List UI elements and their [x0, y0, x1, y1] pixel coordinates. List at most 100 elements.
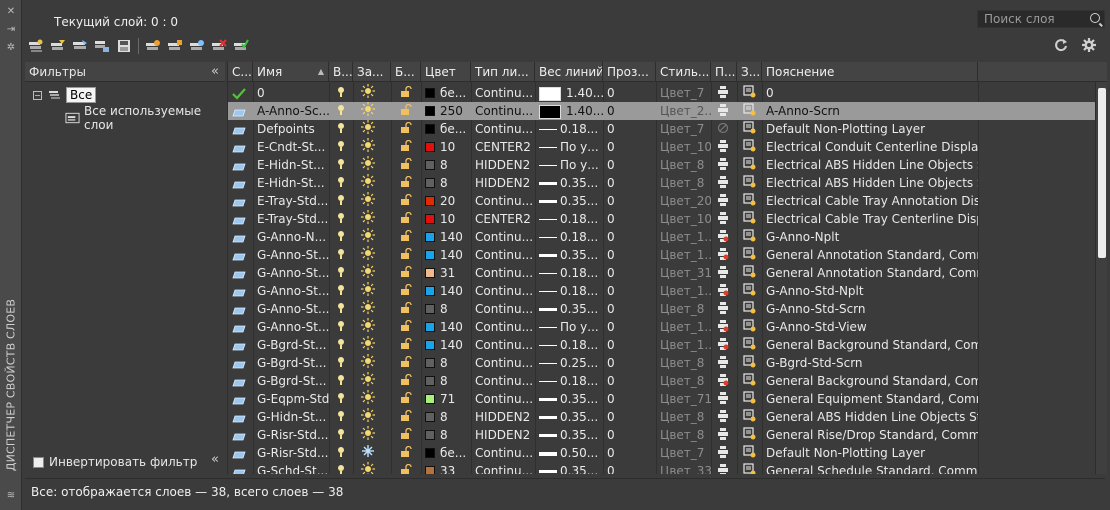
cell-status[interactable] — [228, 462, 253, 474]
unlocked-icon[interactable] — [400, 337, 412, 355]
cell-lineweight[interactable]: 0.35... — [535, 390, 603, 408]
delete-layer-red-icon[interactable] — [211, 39, 227, 53]
new-group-filter-icon[interactable] — [50, 39, 66, 53]
cell-lock[interactable] — [391, 318, 421, 336]
unlocked-icon[interactable] — [400, 85, 412, 103]
cell-freeze[interactable] — [353, 102, 391, 120]
cell-freeze[interactable] — [353, 300, 391, 318]
cell-linetype[interactable]: Continu... — [471, 318, 535, 336]
thawed-sun-icon[interactable] — [361, 102, 375, 120]
cell-newvpfreeze[interactable] — [737, 102, 762, 120]
cell-on[interactable] — [329, 318, 353, 336]
on-bulb-icon[interactable] — [336, 427, 346, 445]
cell-lock[interactable] — [391, 282, 421, 300]
cell-lineweight[interactable]: 0.35... — [535, 426, 603, 444]
cell-name[interactable]: G-Anno-St... — [253, 300, 329, 318]
thawed-sun-icon[interactable] — [361, 210, 375, 228]
plot-printer-icon[interactable] — [717, 427, 729, 445]
cell-on[interactable] — [329, 210, 353, 228]
cell-status[interactable] — [228, 336, 253, 354]
layer-status-icon[interactable] — [232, 447, 246, 463]
cell-status[interactable] — [228, 408, 253, 426]
cell-on[interactable] — [329, 390, 353, 408]
cell-plot[interactable] — [711, 390, 737, 408]
cell-on[interactable] — [329, 102, 353, 120]
cell-name[interactable]: 0 — [253, 84, 329, 102]
plot-printer-icon[interactable] — [717, 193, 729, 211]
plot-printer-icon[interactable] — [717, 265, 729, 283]
cell-newvpfreeze[interactable] — [737, 156, 762, 174]
cell-transparency[interactable]: 0 — [603, 192, 656, 210]
table-row[interactable]: G-Anno-St... 31 Continu... 0.18... 0 Цвет_31 G… — [228, 264, 1107, 282]
cell-status[interactable] — [228, 390, 253, 408]
cell-description[interactable]: Electrical ABS Hidden Line Objects St... — [762, 174, 978, 192]
cell-newvpfreeze[interactable] — [737, 282, 762, 300]
column-header-lock[interactable]: Б... — [391, 62, 421, 82]
cell-on[interactable] — [329, 174, 353, 192]
table-row[interactable]: E-Cndt-St... 10 CENTER2 По у... 0 Цвет_10 Elec… — [228, 138, 1107, 156]
cell-linetype[interactable]: Continu... — [471, 282, 535, 300]
cell-description[interactable]: G-Anno-Std-Nplt — [762, 282, 978, 300]
unlocked-icon[interactable] — [400, 247, 412, 265]
cell-name[interactable]: Defpoints — [253, 120, 329, 138]
cell-plotstyle[interactable]: Цвет_1... — [656, 228, 711, 246]
cell-transparency[interactable]: 0 — [603, 336, 656, 354]
cell-lock[interactable] — [391, 102, 421, 120]
cell-plot[interactable] — [711, 336, 737, 354]
tree-item-all[interactable]: − Все — [33, 87, 97, 103]
thawed-sun-icon[interactable] — [361, 300, 375, 318]
cell-transparency[interactable]: 0 — [603, 318, 656, 336]
table-row[interactable]: E-Tray-Std... 20 Continu... 0.35... 0 Цвет_20… — [228, 192, 1107, 210]
cell-lock[interactable] — [391, 408, 421, 426]
cell-freeze[interactable] — [353, 444, 391, 462]
cell-status[interactable] — [228, 300, 253, 318]
cell-on[interactable] — [329, 228, 353, 246]
cell-linetype[interactable]: Continu... — [471, 354, 535, 372]
thawed-sun-icon[interactable] — [361, 84, 375, 102]
cell-transparency[interactable]: 0 — [603, 426, 656, 444]
cell-lock[interactable] — [391, 156, 421, 174]
cell-plotstyle[interactable]: Цвет_8 — [656, 372, 711, 390]
table-row[interactable]: G-Bgrd-St... 8 Continu... 0.18... 0 Цвет_8 Gen… — [228, 372, 1107, 390]
thawed-sun-icon[interactable] — [361, 318, 375, 336]
cell-plotstyle[interactable]: Цвет_8 — [656, 354, 711, 372]
plot-printer-icon[interactable] — [717, 157, 729, 175]
cell-freeze[interactable] — [353, 426, 391, 444]
cell-name[interactable]: G-Bgrd-St... — [253, 354, 329, 372]
table-row[interactable]: E-Tray-Std... 10 CENTER2 0.18... 0 Цвет_10 Ele… — [228, 210, 1107, 228]
cell-linetype[interactable]: CENTER2 — [471, 138, 535, 156]
thawed-sun-icon[interactable] — [361, 246, 375, 264]
unlocked-icon[interactable] — [400, 391, 412, 409]
plot-printer-icon[interactable] — [717, 85, 729, 103]
column-header-name[interactable]: Имя ▲ — [253, 62, 329, 82]
cell-on[interactable] — [329, 408, 353, 426]
cell-freeze[interactable] — [353, 336, 391, 354]
new-vp-freeze-icon[interactable] — [743, 372, 756, 391]
cell-status[interactable] — [228, 372, 253, 390]
cell-newvpfreeze[interactable] — [737, 354, 762, 372]
cell-color[interactable]: 8 — [421, 354, 471, 372]
cell-color[interactable]: 140 — [421, 336, 471, 354]
cell-linetype[interactable]: Continu... — [471, 264, 535, 282]
refresh-icon[interactable] — [1054, 38, 1068, 52]
cell-description[interactable]: Electrical Conduit Centerline Display... — [762, 138, 978, 156]
cell-plot[interactable] — [711, 156, 737, 174]
layer-status-icon[interactable] — [232, 159, 246, 175]
cell-linetype[interactable]: HIDDEN2 — [471, 408, 535, 426]
cell-name[interactable]: E-Hidn-St... — [253, 156, 329, 174]
cell-lock[interactable] — [391, 354, 421, 372]
on-bulb-icon[interactable] — [336, 121, 346, 139]
new-vp-freeze-icon[interactable] — [743, 354, 756, 373]
vertical-scrollbar[interactable] — [1095, 82, 1107, 474]
cell-transparency[interactable]: 0 — [603, 282, 656, 300]
cell-plot[interactable] — [711, 84, 737, 102]
cell-color[interactable]: 8 — [421, 174, 471, 192]
table-row[interactable]: G-Schd-St... 33 Continu... 0.35... 0 Цвет_33 G… — [228, 462, 1107, 474]
cell-plot[interactable] — [711, 102, 737, 120]
cell-plot[interactable] — [711, 246, 737, 264]
layer-states-icon[interactable] — [72, 39, 88, 53]
thawed-sun-icon[interactable] — [361, 228, 375, 246]
cell-status[interactable] — [228, 84, 253, 102]
cell-plot[interactable] — [711, 354, 737, 372]
cell-transparency[interactable]: 0 — [603, 246, 656, 264]
